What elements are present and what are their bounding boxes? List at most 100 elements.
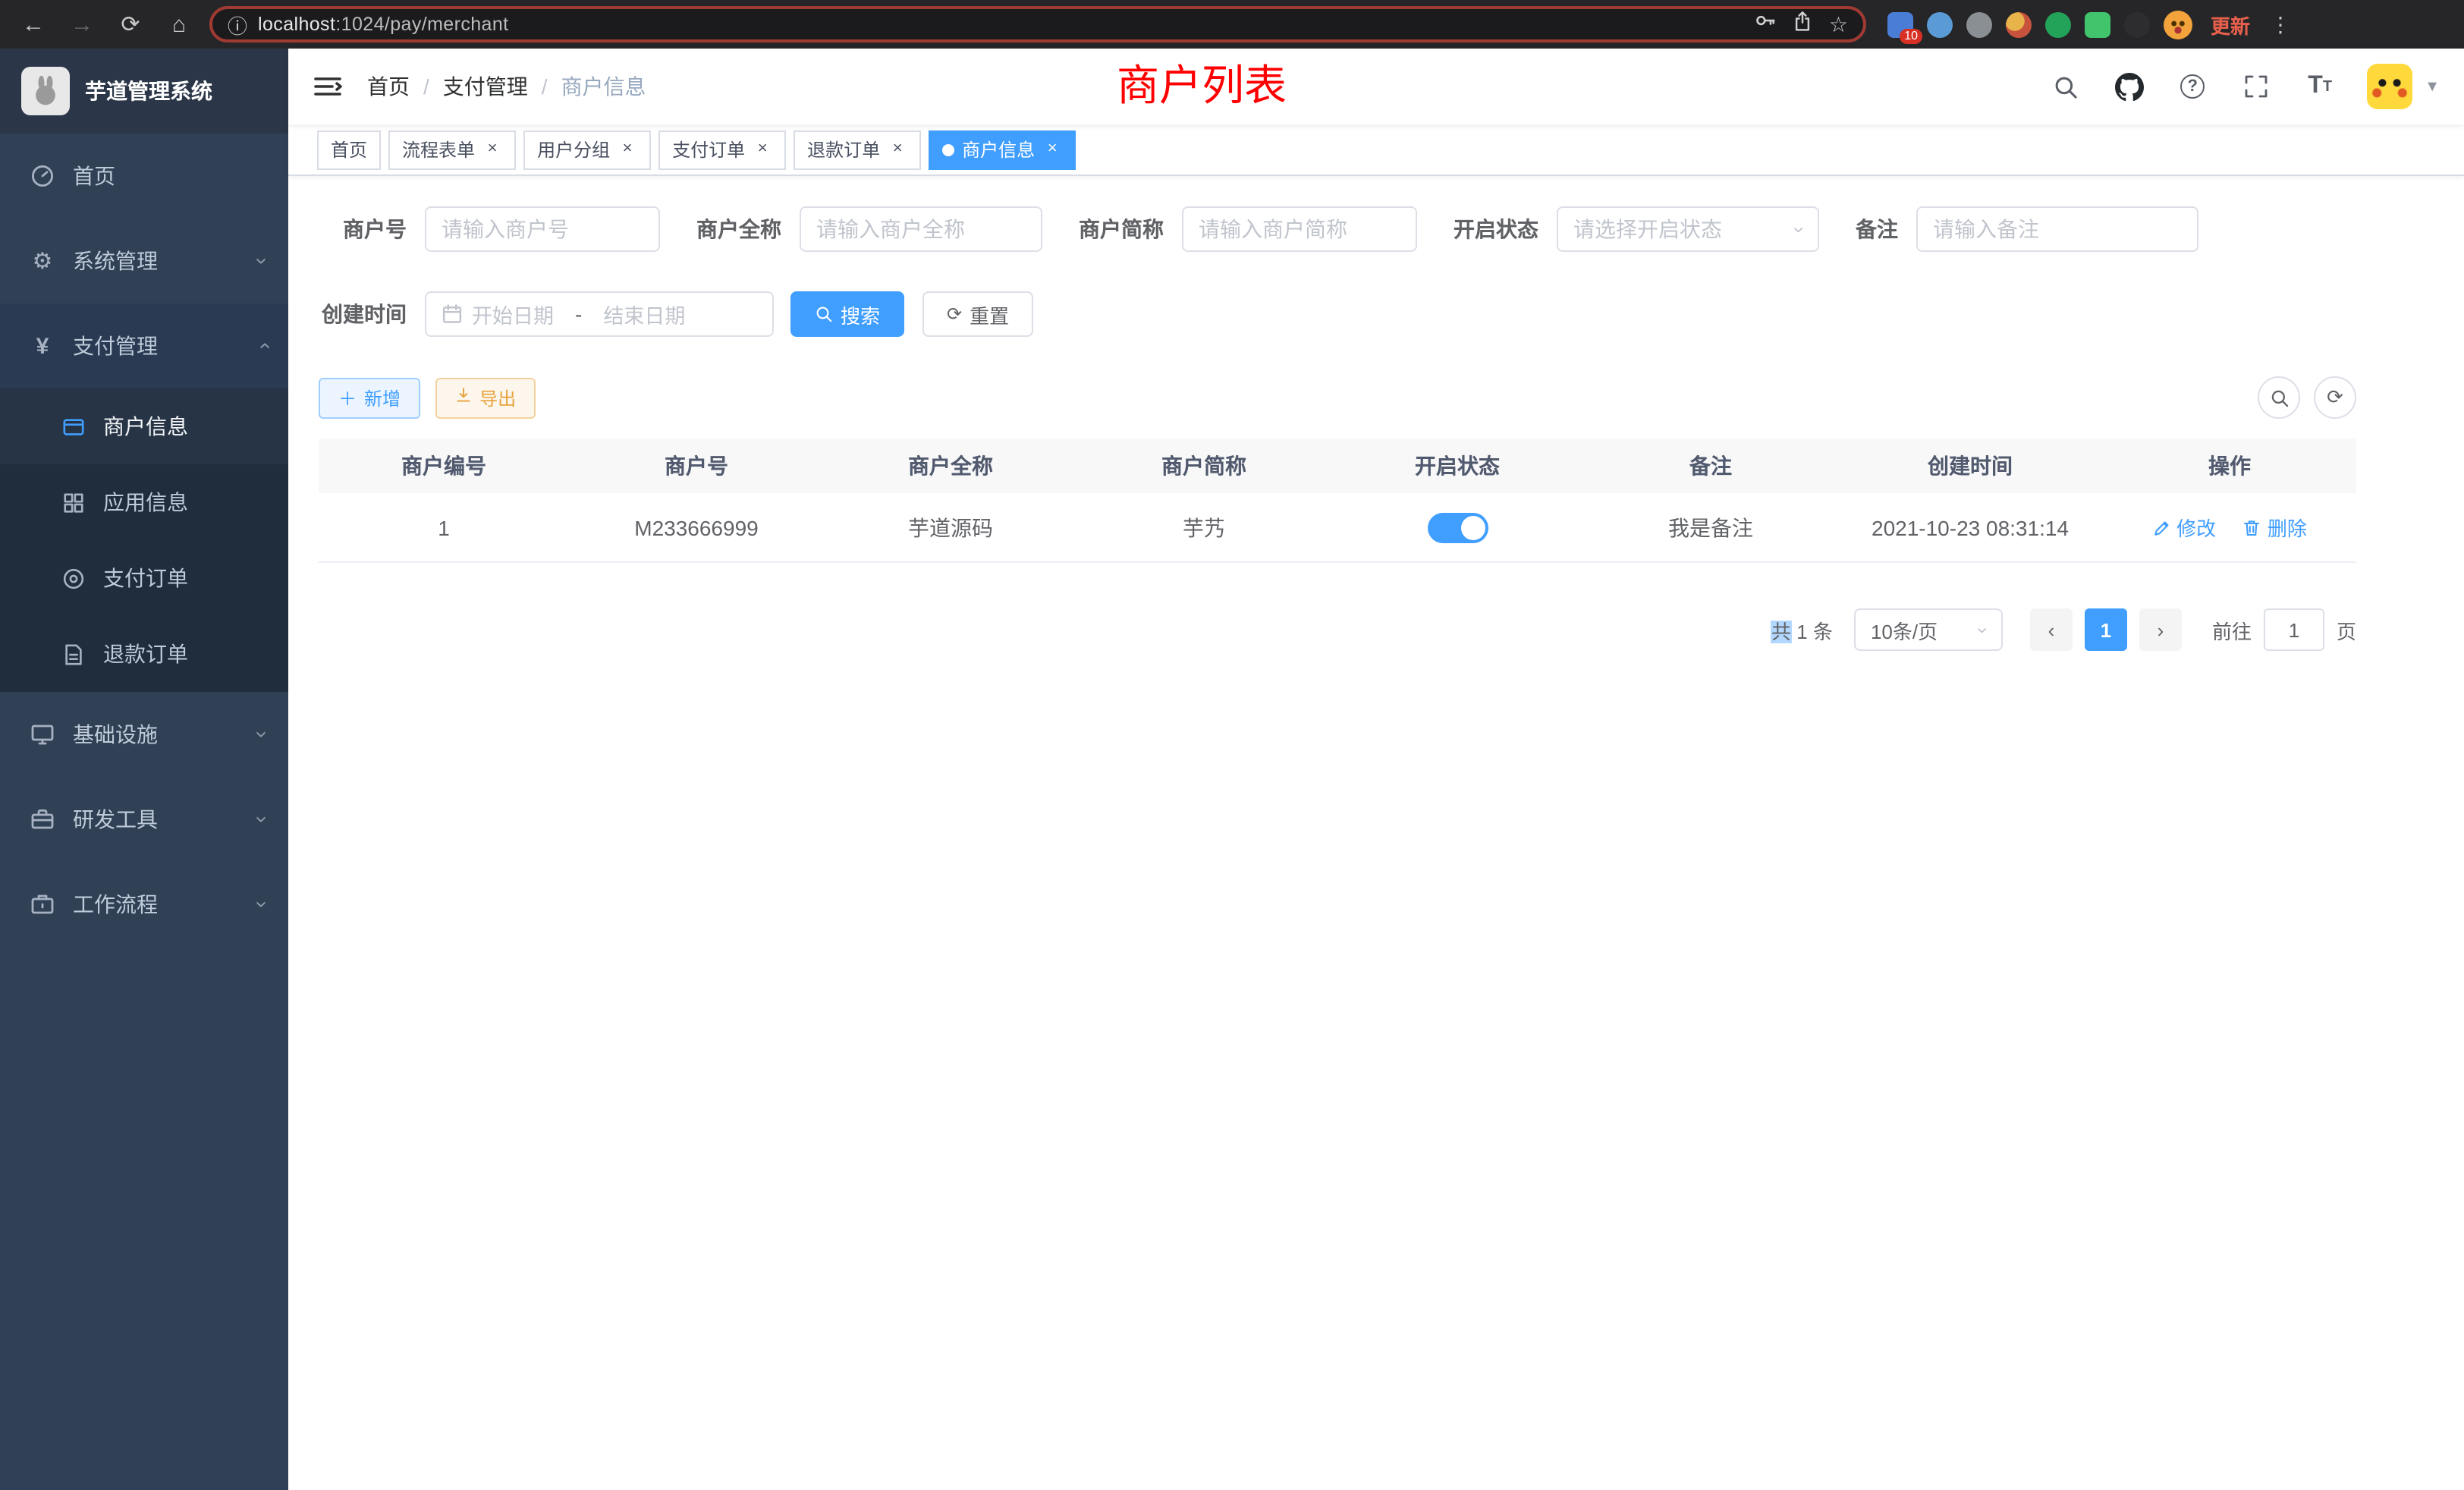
browser-profile-avatar[interactable] <box>2164 10 2192 39</box>
tab-home[interactable]: 首页 <box>317 130 381 169</box>
breadcrumb-separator: / <box>542 74 548 99</box>
sidebar-item-label: 应用信息 <box>103 487 188 517</box>
cell-merchant-id: 1 <box>319 515 569 539</box>
create-time-range-picker[interactable]: 开始日期 - 结束日期 <box>425 291 774 337</box>
sidebar-item-label: 基础设施 <box>73 719 158 750</box>
tab-label: 流程表单 <box>402 137 475 162</box>
extension-icon[interactable] <box>2006 11 2032 37</box>
sidebar-item-label: 首页 <box>73 161 115 191</box>
pagination-total: 共 1 条 <box>1771 615 1833 644</box>
search-icon[interactable] <box>2048 70 2082 103</box>
tab-process-form[interactable]: 流程表单 × <box>388 130 516 169</box>
github-icon[interactable] <box>2112 70 2145 103</box>
close-icon[interactable]: × <box>753 140 772 159</box>
fullscreen-icon[interactable] <box>2239 70 2273 103</box>
breadcrumb-home[interactable]: 首页 <box>367 71 410 102</box>
share-icon[interactable] <box>1793 10 1814 39</box>
page-1-button[interactable]: 1 <box>2085 608 2127 651</box>
cell-merchant-short: 芋艿 <box>1077 512 1331 542</box>
status-select[interactable]: 请选择开启状态 › <box>1557 206 1819 252</box>
site-info-icon[interactable]: ⓘ <box>228 10 247 39</box>
download-icon <box>455 387 472 408</box>
app-title: 芋道管理系统 <box>85 76 212 106</box>
remark-input[interactable] <box>1933 217 2182 241</box>
sidebar-item-merchant-info[interactable]: 商户信息 <box>0 388 288 464</box>
sidebar-logo[interactable]: 芋道管理系统 <box>0 49 288 134</box>
tab-user-group[interactable]: 用户分组× <box>523 130 651 169</box>
cell-merchant-no: M233666999 <box>569 515 824 539</box>
total-prefix: 共 <box>1771 620 1791 643</box>
browser-home-icon[interactable]: ⌂ <box>161 6 197 42</box>
breadcrumb-separator: / <box>423 74 429 99</box>
password-key-icon[interactable] <box>1755 9 1777 39</box>
breadcrumb: 首页 / 支付管理 / 商户信息 <box>367 71 646 102</box>
browser-address-bar[interactable]: ⓘ localhost:1024/pay/merchant ☆ <box>209 6 1866 42</box>
status-placeholder: 请选择开启状态 <box>1573 214 1722 244</box>
browser-forward-icon[interactable]: → <box>64 6 100 42</box>
next-page-button[interactable]: › <box>2139 608 2182 651</box>
browser-menu-icon[interactable]: ⋮ <box>2262 6 2299 42</box>
breadcrumb-payment[interactable]: 支付管理 <box>443 71 528 102</box>
refresh-table-button[interactable]: ⟳ <box>2314 376 2356 419</box>
delete-button[interactable]: 删除 <box>2243 513 2307 542</box>
filter-form-row-2: 创建时间 开始日期 - 结束日期 搜索 ⟳ 重置 <box>319 291 2464 337</box>
search-button[interactable]: 搜索 <box>790 291 904 337</box>
merchant-short-label: 商户简称 <box>1079 214 1164 244</box>
sidebar-item-pay-order[interactable]: 支付订单 <box>0 540 288 616</box>
sidebar-item-infrastructure[interactable]: 基础设施 › <box>0 692 288 777</box>
sidebar-item-payment[interactable]: ¥ 支付管理 › <box>0 303 288 388</box>
sidebar-item-workflow[interactable]: 工作流程 › <box>0 862 288 947</box>
tab-merchant-info[interactable]: 商户信息× <box>929 130 1076 169</box>
sidebar-item-home[interactable]: 首页 <box>0 134 288 218</box>
hamburger-icon[interactable] <box>313 71 343 102</box>
sidebar-item-dev-tools[interactable]: 研发工具 › <box>0 777 288 862</box>
sidebar-item-label: 系统管理 <box>73 246 158 276</box>
sidebar-item-refund-order[interactable]: 退款订单 <box>0 616 288 692</box>
close-icon[interactable]: × <box>888 140 907 159</box>
status-toggle[interactable] <box>1427 512 1488 542</box>
add-button[interactable]: ＋ 新增 <box>319 377 420 418</box>
workflow-icon <box>30 892 55 916</box>
tab-pay-order[interactable]: 支付订单 × <box>658 130 786 169</box>
close-icon[interactable]: × <box>618 140 637 159</box>
tab-label: 支付订单 <box>672 137 745 162</box>
sidebar-item-app-info[interactable]: 应用信息 <box>0 464 288 540</box>
pagination: 共 1 条 10条/页 › ‹ 1 › 前往 页 <box>319 608 2356 651</box>
prev-page-button[interactable]: ‹ <box>2030 608 2073 651</box>
close-icon[interactable]: × <box>482 140 502 159</box>
goto-page-input[interactable] <box>2264 608 2324 651</box>
merchant-no-input[interactable] <box>442 217 643 241</box>
font-size-icon[interactable]: TT <box>2303 70 2337 103</box>
extension-icon[interactable]: 10 <box>1887 11 1913 37</box>
edit-button[interactable]: 修改 <box>2152 513 2216 542</box>
close-icon[interactable]: × <box>1042 140 1062 159</box>
export-button[interactable]: 导出 <box>435 377 536 418</box>
help-icon[interactable]: ? <box>2176 70 2209 103</box>
extension-icon[interactable] <box>1927 11 1953 37</box>
sidebar-item-label: 研发工具 <box>73 804 158 835</box>
url-text: localhost:1024/pay/merchant <box>258 14 1744 35</box>
merchant-short-input[interactable] <box>1199 217 1400 241</box>
page-size-select[interactable]: 10条/页 › <box>1854 608 2003 651</box>
extension-icon[interactable] <box>2124 11 2150 37</box>
table-row: 1 M233666999 芋道源码 芋艿 我是备注 2021-10-23 08:… <box>319 493 2356 563</box>
extension-icon[interactable] <box>2045 11 2071 37</box>
extension-icon[interactable] <box>2085 11 2110 37</box>
chevron-down-icon: › <box>251 257 275 264</box>
browser-reload-icon[interactable]: ⟳ <box>112 6 149 42</box>
chevron-down-icon: › <box>251 901 275 907</box>
reset-button[interactable]: ⟳ 重置 <box>922 291 1033 337</box>
user-avatar[interactable] <box>2367 64 2412 109</box>
sidebar-item-system[interactable]: ⚙ 系统管理 › <box>0 218 288 303</box>
cell-remark: 我是备注 <box>1584 512 1837 542</box>
tab-label: 退款订单 <box>807 137 880 162</box>
browser-back-icon[interactable]: ← <box>15 6 52 42</box>
toggle-search-button[interactable] <box>2258 376 2300 419</box>
bookmark-star-icon[interactable]: ☆ <box>1829 11 1848 37</box>
total-rest: 1 条 <box>1791 620 1833 643</box>
browser-update-button[interactable]: 更新 <box>2211 10 2250 39</box>
top-navbar: 首页 / 支付管理 / 商户信息 商户列表 ? TT ▼ <box>288 49 2464 124</box>
merchant-name-input[interactable] <box>816 217 1026 241</box>
tab-refund-order[interactable]: 退款订单 × <box>794 130 921 169</box>
extension-icon[interactable] <box>1966 11 1992 37</box>
